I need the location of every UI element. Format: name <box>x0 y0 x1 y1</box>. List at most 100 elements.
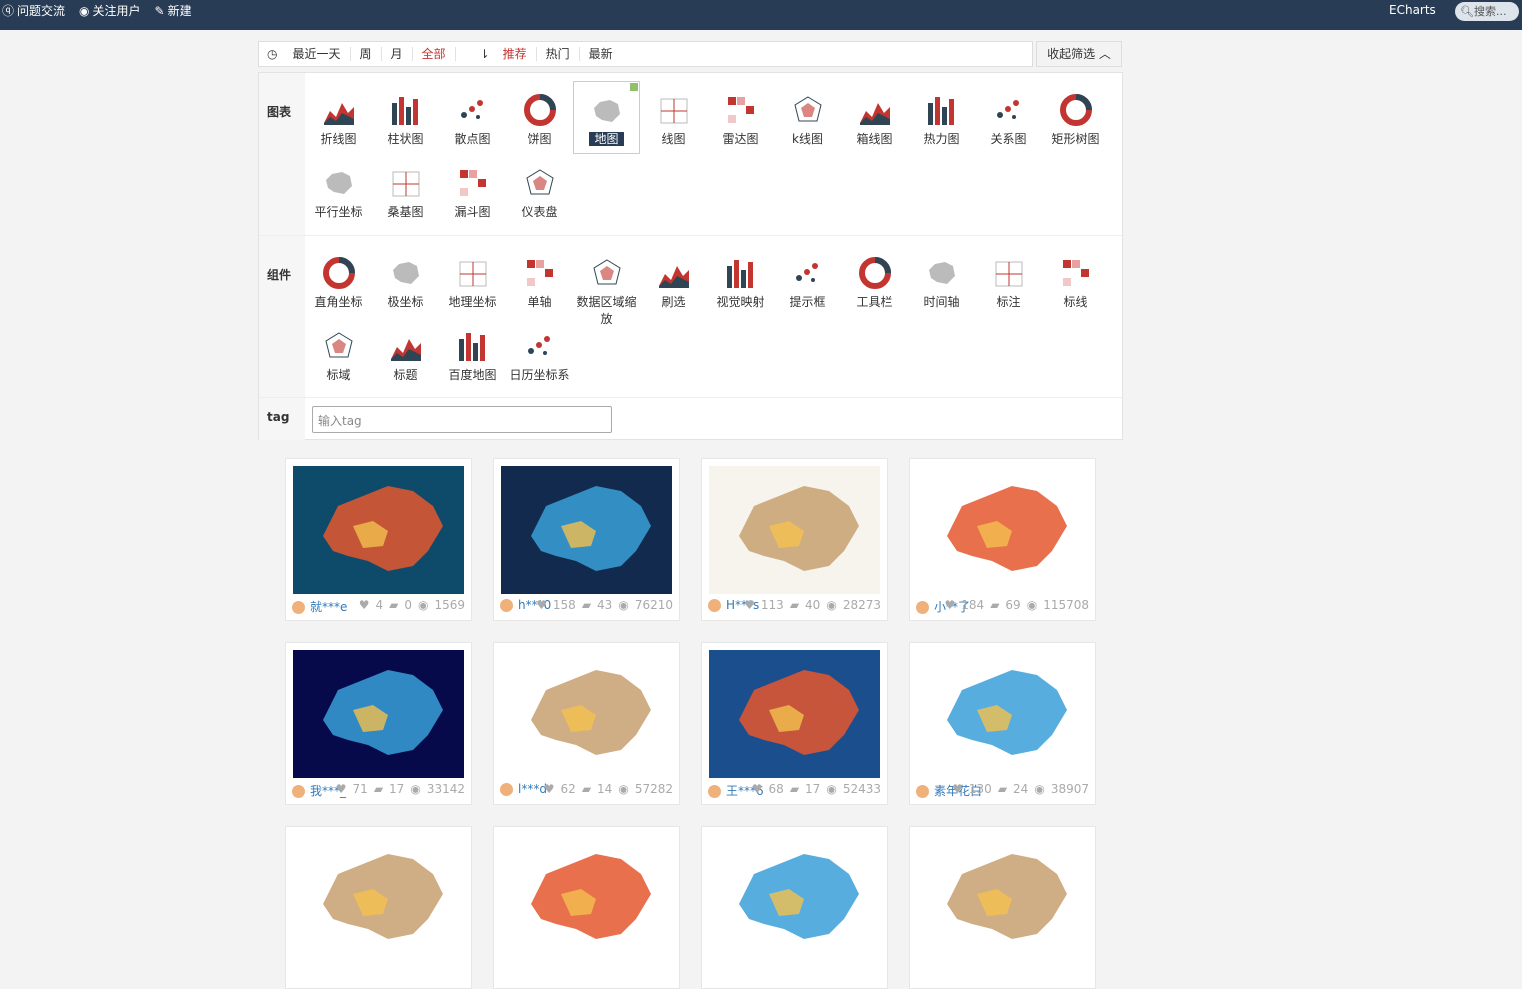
component-item[interactable]: 时间轴 <box>908 244 975 317</box>
eye-icon: ◉ <box>417 598 429 612</box>
gallery-card[interactable]: 素年花白 ♥ 130 ▰ 24 ◉ 38907 <box>909 642 1096 805</box>
chart-type-item[interactable]: 线图 <box>640 81 707 154</box>
chart-type-item[interactable]: 散点图 <box>439 81 506 154</box>
component-type-icon <box>590 256 624 290</box>
component-item[interactable]: 直角坐标 <box>305 244 372 317</box>
component-item[interactable]: 标域 <box>305 317 372 390</box>
avatar[interactable] <box>292 785 305 798</box>
gallery-card[interactable]: h***0 ♥ 158 ▰ 43 ◉ 76210 <box>493 458 680 621</box>
gallery-card[interactable]: H***s ♥ 113 ▰ 40 ◉ 28273 <box>701 458 888 621</box>
card-stats: ♥ 158 ▰ 43 ◉ 76210 <box>530 598 673 612</box>
nav-new[interactable]: ✎ 新建 <box>155 2 192 19</box>
chart-thumbnail[interactable] <box>293 834 464 962</box>
section-label-tag: tag <box>259 398 305 440</box>
component-item[interactable]: 单轴 <box>506 244 573 317</box>
component-item[interactable]: 日历坐标系 <box>506 317 573 390</box>
chart-type-item[interactable]: k线图 <box>774 81 841 154</box>
filter-month[interactable]: 月 <box>382 47 413 61</box>
chart-type-item[interactable]: 矩形树图 <box>1042 81 1109 154</box>
chart-thumbnail[interactable] <box>293 466 464 594</box>
sort-hot[interactable]: 热门 <box>537 47 580 61</box>
nav-follow[interactable]: ◉ 关注用户 <box>79 2 141 19</box>
component-type-icon <box>523 329 557 363</box>
chart-type-type-icon <box>858 93 892 127</box>
search-input[interactable]: 🔍︎搜索... <box>1455 2 1519 21</box>
component-item[interactable]: 工具栏 <box>841 244 908 317</box>
chart-type-type-icon <box>322 166 356 200</box>
chart-thumbnail[interactable] <box>293 650 464 778</box>
tag-input[interactable]: 输入tag <box>312 406 612 433</box>
collapse-filter-button[interactable]: 收起筛选 ︿ <box>1036 41 1122 67</box>
sort-latest[interactable]: 最新 <box>580 47 622 61</box>
avatar[interactable] <box>916 785 929 798</box>
chart-type-item[interactable]: 地图 <box>573 81 640 154</box>
chart-thumbnail[interactable] <box>709 466 880 594</box>
chart-type-item[interactable]: 箱线图 <box>841 81 908 154</box>
component-item[interactable]: 标线 <box>1042 244 1109 317</box>
chart-type-item[interactable]: 仪表盘 <box>506 154 573 227</box>
chart-type-item-label: 雷达图 <box>722 132 759 146</box>
avatar[interactable] <box>500 599 513 612</box>
component-item[interactable]: 百度地图 <box>439 317 506 390</box>
chart-type-item[interactable]: 折线图 <box>305 81 372 154</box>
chart-thumbnail[interactable] <box>501 466 672 594</box>
gallery-card[interactable] <box>493 826 680 989</box>
comment-icon: ▰ <box>373 782 384 796</box>
chart-type-item[interactable]: 平行坐标 <box>305 154 372 227</box>
like-count: 158 <box>552 598 576 612</box>
component-item[interactable]: 地理坐标 <box>439 244 506 317</box>
chart-type-item[interactable]: 柱状图 <box>372 81 439 154</box>
gallery-card[interactable]: 王***6 ♥ 68 ▰ 17 ◉ 52433 <box>701 642 888 805</box>
component-item[interactable]: 视觉映射 <box>707 244 774 317</box>
component-type-icon <box>1059 256 1093 290</box>
gallery-card[interactable] <box>285 826 472 989</box>
component-grid: 直角坐标 极坐标 地理坐标 单轴 数据区域缩放 刷选 视觉映射 提示框 工具栏 时间轴 标注 标线标域… <box>305 244 1122 390</box>
chart-type-type-icon <box>322 93 356 127</box>
chart-type-item[interactable]: 热力图 <box>908 81 975 154</box>
chart-thumbnail[interactable] <box>917 650 1088 778</box>
chart-type-item[interactable]: 饼图 <box>506 81 573 154</box>
component-item[interactable]: 提示框 <box>774 244 841 317</box>
avatar[interactable] <box>708 599 721 612</box>
gallery-card[interactable]: l***d ♥ 62 ▰ 14 ◉ 57282 <box>493 642 680 805</box>
top-nav: ⓠ 问题交流 ◉ 关注用户 ✎ 新建 <box>2 2 192 19</box>
gallery-card[interactable]: 我***_ ♥ 71 ▰ 17 ◉ 33142 <box>285 642 472 805</box>
filter-all[interactable]: 全部 <box>413 47 456 61</box>
brand-link[interactable]: ECharts <box>1389 3 1436 17</box>
nav-question[interactable]: ⓠ 问题交流 <box>2 2 65 19</box>
avatar[interactable] <box>292 601 305 614</box>
card-author[interactable]: 就***e <box>310 600 347 614</box>
chart-type-item[interactable]: 漏斗图 <box>439 154 506 227</box>
chart-type-item-label: 线图 <box>661 132 686 146</box>
gallery-card[interactable] <box>701 826 888 989</box>
comment-count: 43 <box>597 598 613 612</box>
component-item[interactable]: 刷选 <box>640 244 707 317</box>
avatar[interactable] <box>708 785 721 798</box>
sort-recommend[interactable]: 推荐 <box>494 47 537 61</box>
chart-type-item[interactable]: 雷达图 <box>707 81 774 154</box>
chart-thumbnail[interactable] <box>501 834 672 962</box>
avatar[interactable] <box>500 783 513 796</box>
chart-thumbnail[interactable] <box>709 650 880 778</box>
chart-type-item[interactable]: 关系图 <box>975 81 1042 154</box>
chart-thumbnail[interactable] <box>501 650 672 778</box>
gallery-card[interactable]: 就***e ♥ 4 ▰ 0 ◉ 1569 <box>285 458 472 621</box>
component-type-icon <box>389 256 423 290</box>
component-item[interactable]: 标注 <box>975 244 1042 317</box>
component-item-label: 标题 <box>393 368 418 382</box>
like-count: 68 <box>768 782 784 796</box>
chart-type-item[interactable]: 桑基图 <box>372 154 439 227</box>
component-item[interactable]: 标题 <box>372 317 439 390</box>
gallery-card[interactable]: 小**了 ♥ 184 ▰ 69 ◉ 115708 <box>909 458 1096 621</box>
heart-icon: ♥ <box>744 598 755 612</box>
chart-thumbnail[interactable] <box>917 834 1088 962</box>
filter-day[interactable]: 最近一天 <box>283 47 351 61</box>
filter-week[interactable]: 周 <box>351 47 382 61</box>
gallery-card[interactable] <box>909 826 1096 989</box>
component-item[interactable]: 极坐标 <box>372 244 439 317</box>
avatar[interactable] <box>916 601 929 614</box>
chart-thumbnail[interactable] <box>709 834 880 962</box>
component-item[interactable]: 数据区域缩放 <box>573 244 640 326</box>
chart-thumbnail[interactable] <box>917 466 1088 594</box>
card-meta: 小**了 ♥ 184 ▰ 69 ◉ 115708 <box>916 598 1089 614</box>
